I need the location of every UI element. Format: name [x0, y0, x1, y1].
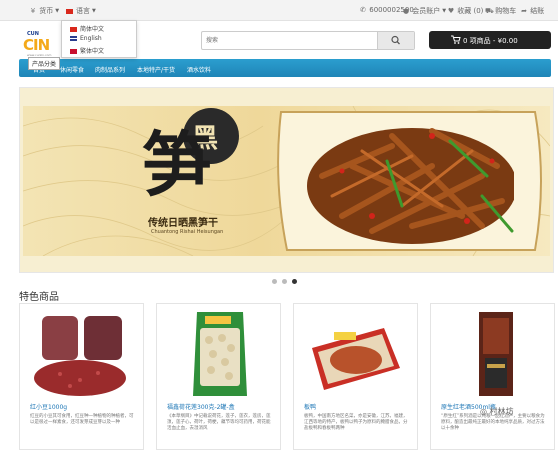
language-dropdown: 简体中文 English 繁体中文	[61, 20, 137, 58]
chevron-down-icon: ▼	[92, 8, 96, 14]
cart-icon	[451, 35, 461, 44]
account-menu[interactable]: ● 会员账户 ▼	[402, 6, 446, 16]
banner-caption: 传统日晒黑笋干	[148, 218, 218, 229]
currency-selector[interactable]: ¥ 货币 ▼	[29, 6, 59, 16]
nav-item-meat[interactable]: 肉制品系列	[95, 65, 125, 74]
site-logo[interactable]: CUN CIN www.cunlin.com	[23, 31, 63, 59]
search-box	[201, 31, 415, 50]
featured-title: 特色商品	[19, 292, 59, 303]
cart-icon: ⛟	[485, 7, 494, 15]
phone-icon: ✆	[360, 6, 366, 14]
banner-caption-en: Chuantong Rishai Heisungan	[151, 229, 224, 235]
search-icon	[391, 35, 400, 45]
wechat-icon: ◎	[480, 407, 487, 416]
carousel-dot-1[interactable]	[272, 279, 277, 284]
product-card[interactable]: 红小豆1000g 红豆的小豆其可食用，红豆种一种植物的种植者，可以是很过一样素食…	[19, 303, 144, 450]
uk-flag-icon	[70, 36, 77, 41]
checkout-link[interactable]: ➦ 结账	[520, 6, 544, 16]
share-icon: ➦	[521, 7, 527, 15]
product-image-salted-duck	[312, 328, 400, 390]
cart-link[interactable]: ⛟ 购物车	[485, 6, 516, 16]
search-input[interactable]	[202, 32, 378, 49]
product-description: 《本草纲目》中记载说荷花，莲子，莲衣，莲房，莲须，莲子心，荷叶，荷梗，藕节等均可…	[167, 414, 271, 431]
language-option-zh-hk[interactable]: 繁体中文	[70, 46, 104, 55]
product-card[interactable]: 板鸭 板鸭，中国南方地区名菜，亦是安徽，江苏，福建，江西等地的特产，板鸭以鸭子为…	[293, 303, 418, 450]
user-icon: ●	[402, 7, 410, 15]
product-description: 板鸭，中国南方地区名菜，亦是安徽，江苏，福建，江西等地的特产，板鸭以鸭子为原料的…	[304, 414, 408, 431]
category-tooltip: 产品分类	[28, 57, 61, 70]
cart-button[interactable]: 0 项商品 - ¥0.00	[429, 31, 551, 49]
bamboo-shoots-image	[307, 128, 514, 244]
product-name[interactable]: 板鸭	[304, 402, 316, 411]
chevron-down-icon: ▼	[442, 8, 447, 14]
search-button[interactable]	[377, 32, 414, 49]
heart-icon: ♥	[447, 7, 455, 15]
wishlist-link[interactable]: ♥ 收藏 (0)	[447, 6, 484, 16]
watermark: ◎ 村林坊	[480, 407, 514, 416]
yen-icon: ¥	[30, 7, 36, 15]
carousel-dot-3[interactable]	[292, 279, 297, 284]
nav-item-drinks[interactable]: 酒水饮料	[187, 65, 211, 74]
hk-flag-icon	[70, 49, 77, 54]
product-image-lotus-seeds	[193, 312, 247, 396]
product-name[interactable]: 红小豆1000g	[30, 402, 67, 411]
product-card[interactable]: 福鑫荷花莲300克-2罐-盒 《本草纲目》中记载说荷花，莲子，莲衣，莲房，莲须，…	[156, 303, 281, 450]
language-selector[interactable]: 语言 ▼	[66, 6, 96, 16]
product-card[interactable]: 原生红老酒500ml瓶 “原生红”系列酒是以纯粮一品红酒产，主要以粮食为原料，酿…	[430, 303, 555, 450]
product-description: 红豆的小豆其可食用，红豆种一种植物的种植者，可以是很过一样素食，还可发芽成豆芽以…	[30, 414, 134, 425]
nav-item-snacks[interactable]: 休闲零食	[60, 65, 84, 74]
language-option-en[interactable]: English	[70, 35, 102, 42]
main-nav: 首页 休闲零食 肉制品系列 本地特产/干货 酒水饮料	[19, 59, 551, 77]
chevron-down-icon: ▼	[55, 8, 60, 14]
top-bar: ¥ 货币 ▼ 语言 ▼ ✆ 6000002500 ● 会员账户 ▼ ♥ 收藏 (0) …	[0, 0, 558, 21]
banner-carousel[interactable]: 黑 笋 传统日晒黑笋干 Chuantong Rishai Heisungan	[19, 87, 554, 273]
product-name[interactable]: 福鑫荷花莲300克-2罐-盒	[167, 402, 235, 411]
china-flag-icon	[70, 27, 77, 32]
product-image-red-beans	[30, 308, 133, 398]
china-flag-icon	[66, 8, 73, 14]
carousel-dot-2[interactable]	[282, 279, 287, 284]
language-option-zh-cn[interactable]: 简体中文	[70, 24, 104, 33]
calligraphy-main: 笋	[142, 123, 212, 206]
product-image-red-wine	[479, 312, 513, 396]
nav-item-local-specialties[interactable]: 本地特产/干货	[137, 65, 175, 74]
